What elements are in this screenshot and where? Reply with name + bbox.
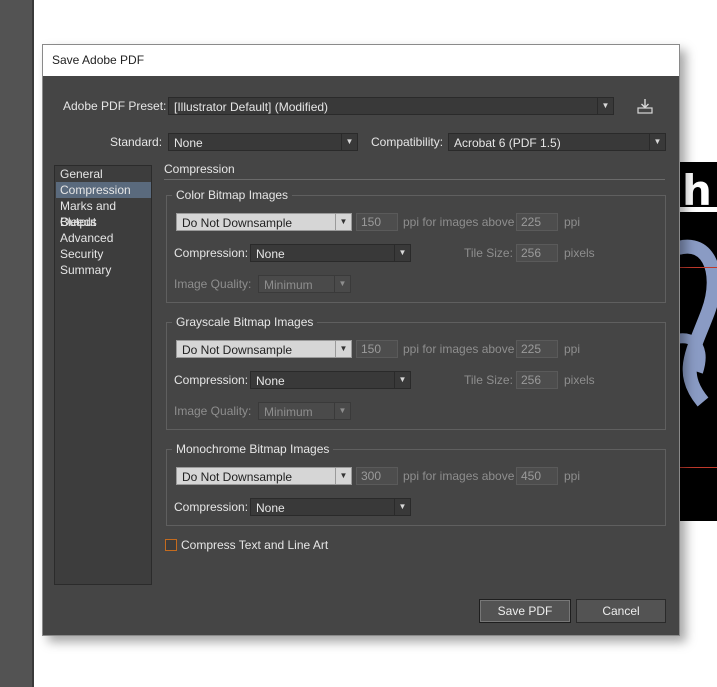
grayscale-bitmap-title: Grayscale Bitmap Images: [172, 315, 318, 329]
chevron-down-icon: ▼: [394, 245, 410, 261]
artwork-curve: [678, 239, 717, 407]
grayscale-downsample-select[interactable]: Do Not Downsample ▼: [176, 340, 352, 358]
color-above-label: ppi for images above: [403, 215, 515, 229]
color-ppi-unit: ppi: [564, 215, 581, 229]
color-compression-label: Compression:: [174, 246, 249, 260]
color-tile-label: Tile Size:: [464, 246, 513, 260]
sidebar-item-security[interactable]: Security: [56, 246, 151, 262]
sidebar-item-marks-and-bleeds[interactable]: Marks and Bleeds: [56, 198, 151, 229]
color-quality-label: Image Quality:: [174, 277, 252, 291]
monochrome-compression-label: Compression:: [174, 500, 249, 514]
color-quality-select[interactable]: Minimum ▼: [258, 275, 351, 293]
chevron-down-icon: ▼: [334, 403, 350, 419]
category-sidebar: General Compression Marks and Bleeds Out…: [54, 165, 152, 585]
grayscale-tile-unit: pixels: [564, 373, 595, 387]
save-preset-icon[interactable]: [636, 98, 654, 114]
sidebar-item-output[interactable]: Output: [56, 214, 151, 230]
grayscale-ppi-field[interactable]: 150: [356, 340, 398, 358]
color-ppi-field[interactable]: 150: [356, 213, 398, 231]
chevron-down-icon: ▼: [341, 134, 357, 150]
color-above-ppi-field[interactable]: 225: [516, 213, 558, 231]
color-tile-field[interactable]: 256: [516, 244, 558, 262]
section-title: Compression: [164, 162, 235, 176]
chevron-down-icon: ▼: [335, 468, 351, 484]
monochrome-bitmap-title: Monochrome Bitmap Images: [172, 442, 334, 456]
grayscale-downsample-value: Do Not Downsample: [182, 343, 293, 357]
compress-text-checkbox[interactable]: [165, 539, 177, 551]
color-downsample-value: Do Not Downsample: [182, 216, 293, 230]
chevron-down-icon: ▼: [334, 276, 350, 292]
compress-text-label[interactable]: Compress Text and Line Art: [181, 538, 328, 552]
monochrome-above-label: ppi for images above: [403, 469, 515, 483]
preset-value: [Illustrator Default] (Modified): [174, 100, 329, 114]
artwork-guide-line: [678, 267, 717, 268]
chevron-down-icon: ▼: [394, 372, 410, 388]
color-bitmap-title: Color Bitmap Images: [172, 188, 293, 202]
artwork-glyph: h: [682, 166, 712, 215]
standard-select[interactable]: None ▼: [168, 133, 358, 151]
preset-select[interactable]: [Illustrator Default] (Modified) ▼: [168, 97, 614, 115]
app-left-divider: [32, 0, 34, 687]
sidebar-item-summary[interactable]: Summary: [56, 262, 151, 278]
grayscale-ppi-unit: ppi: [564, 342, 581, 356]
compatibility-label: Compatibility:: [371, 135, 444, 149]
monochrome-ppi-unit: ppi: [564, 469, 581, 483]
chevron-down-icon: ▼: [597, 98, 613, 114]
save-pdf-dialog: Save Adobe PDF Adobe PDF Preset: [Illust…: [42, 44, 680, 636]
color-tile-unit: pixels: [564, 246, 595, 260]
grayscale-compression-select[interactable]: None ▼: [250, 371, 411, 389]
sidebar-item-compression[interactable]: Compression: [56, 182, 151, 198]
grayscale-compression-value: None: [256, 374, 285, 388]
dialog-titlebar[interactable]: Save Adobe PDF: [43, 45, 679, 76]
grayscale-quality-label: Image Quality:: [174, 404, 252, 418]
compatibility-value: Acrobat 6 (PDF 1.5): [454, 136, 561, 150]
chevron-down-icon: ▼: [394, 499, 410, 515]
compatibility-select[interactable]: Acrobat 6 (PDF 1.5) ▼: [448, 133, 666, 151]
grayscale-above-ppi-field[interactable]: 225: [516, 340, 558, 358]
sidebar-item-advanced[interactable]: Advanced: [56, 230, 151, 246]
background-artwork: h: [678, 162, 717, 521]
chevron-down-icon: ▼: [649, 134, 665, 150]
artwork-bar: [678, 207, 717, 212]
monochrome-downsample-select[interactable]: Do Not Downsample ▼: [176, 467, 352, 485]
standard-label: Standard:: [110, 135, 163, 149]
color-compression-select[interactable]: None ▼: [250, 244, 411, 262]
sidebar-item-general[interactable]: General: [56, 166, 151, 182]
cancel-button[interactable]: Cancel: [576, 599, 666, 623]
app-left-panel: [0, 0, 32, 687]
save-pdf-button[interactable]: Save PDF: [479, 599, 571, 623]
grayscale-quality-value: Minimum: [264, 405, 313, 419]
grayscale-tile-field[interactable]: 256: [516, 371, 558, 389]
monochrome-compression-value: None: [256, 501, 285, 515]
artwork-guide-line: [678, 467, 717, 468]
chevron-down-icon: ▼: [335, 214, 351, 230]
grayscale-compression-label: Compression:: [174, 373, 249, 387]
section-divider: [164, 179, 665, 180]
grayscale-above-label: ppi for images above: [403, 342, 515, 356]
color-compression-value: None: [256, 247, 285, 261]
color-quality-value: Minimum: [264, 278, 313, 292]
monochrome-downsample-value: Do Not Downsample: [182, 470, 293, 484]
dialog-title: Save Adobe PDF: [52, 53, 145, 67]
color-downsample-select[interactable]: Do Not Downsample ▼: [176, 213, 352, 231]
standard-value: None: [174, 136, 203, 150]
grayscale-quality-select[interactable]: Minimum ▼: [258, 402, 351, 420]
monochrome-ppi-field[interactable]: 300: [356, 467, 398, 485]
chevron-down-icon: ▼: [335, 341, 351, 357]
monochrome-bitmap-group: Monochrome Bitmap Images: [166, 442, 666, 526]
monochrome-compression-select[interactable]: None ▼: [250, 498, 411, 516]
monochrome-above-ppi-field[interactable]: 450: [516, 467, 558, 485]
preset-label: Adobe PDF Preset:: [63, 99, 167, 113]
grayscale-tile-label: Tile Size:: [464, 373, 513, 387]
